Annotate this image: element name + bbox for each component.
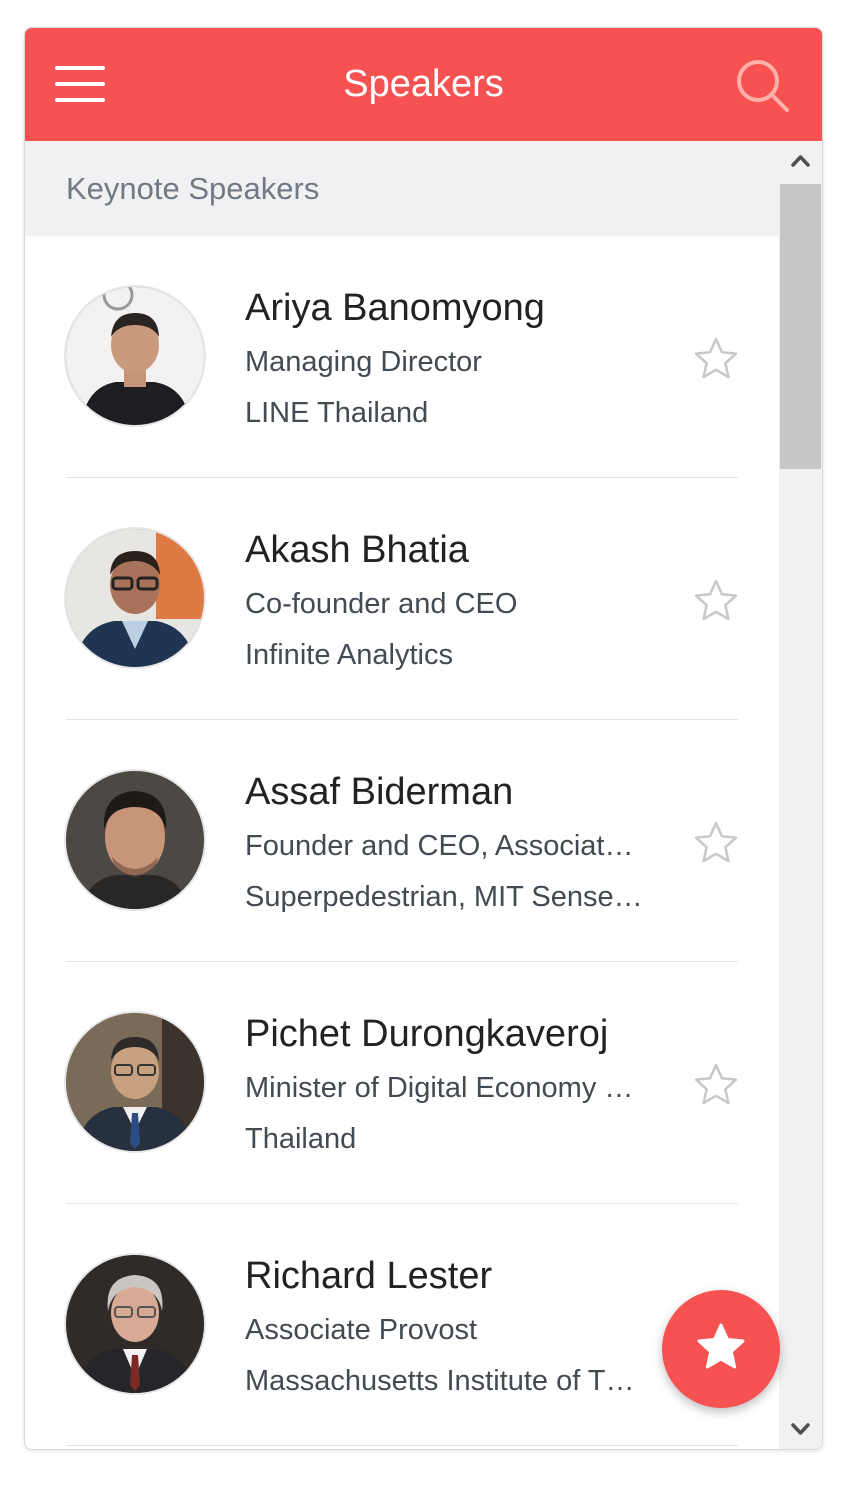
speaker-organization: Infinite Analytics <box>245 639 453 671</box>
avatar <box>64 1253 206 1395</box>
speaker-item[interactable]: Akash Bhatia Co-founder and CEO Infinite… <box>25 478 779 720</box>
speaker-item[interactable]: Ariya Banomyong Managing Director LINE T… <box>25 236 779 478</box>
star-outline-icon <box>694 1063 738 1105</box>
speaker-organization: Superpedestrian, MIT Sense… <box>245 881 643 913</box>
speaker-role: Founder and CEO, Associat… <box>245 830 634 862</box>
speaker-role: Associate Provost <box>245 1314 478 1346</box>
speaker-item[interactable]: Pichet Durongkaveroj Minister of Digital… <box>25 962 779 1204</box>
star-outline-icon <box>694 579 738 621</box>
speaker-organization: Thailand <box>245 1123 357 1155</box>
avatar <box>64 769 206 911</box>
section-header: Keynote Speakers <box>25 141 779 236</box>
speaker-name: Ariya Banomyong <box>245 287 545 329</box>
speaker-organization: LINE Thailand <box>245 397 429 429</box>
favorite-toggle[interactable] <box>693 820 739 864</box>
search-icon <box>737 60 789 112</box>
divider <box>66 1445 738 1446</box>
app-frame: Speakers Keynote Speakers Ariya Banomyon… <box>24 27 823 1450</box>
star-outline-icon <box>694 821 738 863</box>
scrollbar[interactable] <box>779 141 822 1449</box>
scrollbar-thumb[interactable] <box>780 184 821 469</box>
star-filled-icon <box>697 1323 745 1369</box>
speaker-role: Managing Director <box>245 346 482 378</box>
avatar <box>64 285 206 427</box>
speaker-role: Co-founder and CEO <box>245 588 518 620</box>
star-outline-icon <box>694 337 738 379</box>
favorite-toggle[interactable] <box>693 336 739 380</box>
chevron-down-icon <box>791 1423 810 1435</box>
favorites-fab-button[interactable] <box>662 1290 780 1408</box>
chevron-up-icon <box>791 155 810 167</box>
speaker-name: Assaf Biderman <box>245 771 514 813</box>
scroll-up-button[interactable] <box>779 141 822 181</box>
speaker-name: Richard Lester <box>245 1255 493 1297</box>
speaker-name: Akash Bhatia <box>245 529 469 571</box>
speaker-name: Pichet Durongkaveroj <box>245 1013 609 1055</box>
favorite-toggle[interactable] <box>693 578 739 622</box>
speaker-organization: Massachusetts Institute of T… <box>245 1365 635 1397</box>
favorite-toggle[interactable] <box>693 1062 739 1106</box>
scroll-down-button[interactable] <box>779 1409 822 1449</box>
avatar <box>64 1011 206 1153</box>
section-title: Keynote Speakers <box>66 171 320 206</box>
avatar <box>64 527 206 669</box>
speaker-role: Minister of Digital Economy … <box>245 1072 634 1104</box>
speaker-item[interactable]: Assaf Biderman Founder and CEO, Associat… <box>25 720 779 962</box>
search-button[interactable] <box>735 58 791 114</box>
app-header: Speakers <box>25 28 822 141</box>
speaker-list: Ariya Banomyong Managing Director LINE T… <box>25 236 779 1449</box>
page-title: Speakers <box>343 63 504 105</box>
